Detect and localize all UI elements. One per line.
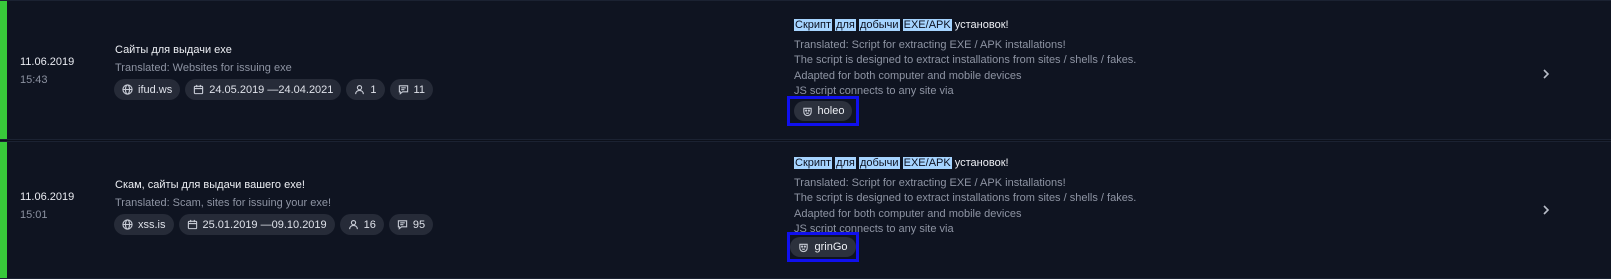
thread-meta-chips: ifud.ws 24.05.2019 —24.04.2021 1 11: [114, 79, 433, 100]
users-count: 1: [370, 83, 377, 96]
message-icon: [398, 85, 408, 95]
highlighted-word: EXE/APK: [902, 19, 952, 31]
period-label: 25.01.2019 —09.10.2019: [202, 218, 327, 231]
post-line: Translated: Script for extracting EXE / …: [794, 176, 1066, 189]
row-time: 15:43: [20, 74, 48, 86]
chevron-right-icon: [1543, 205, 1550, 215]
highlighted-word: добычи: [858, 157, 900, 169]
highlighted-word: Скрипт: [794, 157, 833, 169]
globe-icon: [122, 219, 133, 230]
open-row-button[interactable]: [1541, 66, 1551, 79]
headline-rest: установок!: [954, 19, 1009, 31]
status-indicator: [0, 1, 7, 139]
comments-count: 95: [412, 218, 426, 231]
period-label: 24.05.2019 —24.04.2021: [209, 83, 334, 96]
highlighted-word: для: [835, 19, 856, 31]
author-name: holeo: [817, 105, 845, 117]
author-annotation-box: grinGo: [787, 232, 859, 262]
post-line: Adapted for both computer and mobile dev…: [794, 69, 1022, 82]
comments-count: 11: [413, 83, 425, 96]
site-label: ifud.ws: [138, 83, 173, 96]
comments-chip: 11: [389, 79, 433, 100]
row-date: 11.06.2019: [20, 56, 75, 68]
calendar-icon: [187, 219, 197, 230]
post-preview: Скрипт для добычи EXE/APK установок! Tra…: [794, 156, 1136, 238]
results-list: 11.06.2019 15:43 Сайты для выдачи exe Tr…: [0, 0, 1611, 279]
author-chip[interactable]: grinGo: [790, 237, 856, 257]
period-chip: 24.05.2019 —24.04.2021: [185, 79, 342, 100]
site-chip[interactable]: xss.is: [114, 214, 174, 235]
author-name: grinGo: [814, 241, 848, 253]
post-headline: Скрипт для добычи EXE/APK установок!: [794, 156, 1136, 172]
highlighted-word: Скрипт: [794, 19, 833, 31]
thread-title-translation: Translated: Scam, sites for issuing your…: [115, 197, 332, 209]
thread-title[interactable]: Скам, сайты для выдачи вашего exe!: [115, 179, 305, 191]
post-line: The script is designed to extract instal…: [794, 192, 1137, 204]
calendar-icon: [194, 84, 204, 95]
thread-meta-chips: xss.is 25.01.2019 —09.10.2019 16 95: [114, 214, 434, 235]
users-chip: 16: [339, 214, 384, 235]
post-line: The script is designed to extract instal…: [794, 54, 1137, 66]
globe-icon: [122, 84, 133, 95]
message-icon: [397, 220, 408, 230]
highlighted-word: EXE/APK: [902, 157, 952, 169]
thread-title-translation: Translated: Websites for issuing exe: [115, 62, 292, 74]
users-chip: 1: [346, 79, 385, 100]
highlighted-word: добычи: [858, 19, 900, 31]
post-preview: Скрипт для добычи EXE/APK установок! Tra…: [794, 18, 1136, 100]
author-chip[interactable]: holeo: [793, 101, 853, 121]
table-row[interactable]: 11.06.2019 15:01 Скам, сайты для выдачи …: [0, 141, 1611, 279]
table-row[interactable]: 11.06.2019 15:43 Сайты для выдачи exe Tr…: [0, 0, 1611, 140]
row-date: 11.06.2019: [20, 191, 75, 203]
post-headline: Скрипт для добычи EXE/APK установок!: [794, 18, 1136, 34]
thread-title[interactable]: Сайты для выдачи exe: [115, 44, 232, 56]
chevron-right-icon: [1543, 69, 1550, 79]
highlighted-word: для: [835, 157, 856, 169]
mask-icon: [799, 243, 809, 252]
period-chip: 25.01.2019 —09.10.2019: [178, 214, 335, 235]
status-indicator: [0, 142, 7, 278]
post-line: Adapted for both computer and mobile dev…: [794, 207, 1022, 220]
user-icon: [355, 85, 365, 95]
author-annotation-box: holeo: [787, 96, 859, 126]
comments-chip: 95: [388, 214, 434, 235]
site-label: xss.is: [138, 218, 166, 231]
users-count: 16: [363, 218, 376, 231]
user-icon: [348, 220, 358, 230]
headline-rest: установок!: [954, 157, 1009, 169]
row-time: 15:01: [20, 209, 48, 221]
mask-icon: [802, 107, 812, 116]
open-row-button[interactable]: [1541, 202, 1551, 215]
post-line: Translated: Script for extracting EXE / …: [794, 38, 1066, 51]
site-chip[interactable]: ifud.ws: [114, 79, 181, 100]
